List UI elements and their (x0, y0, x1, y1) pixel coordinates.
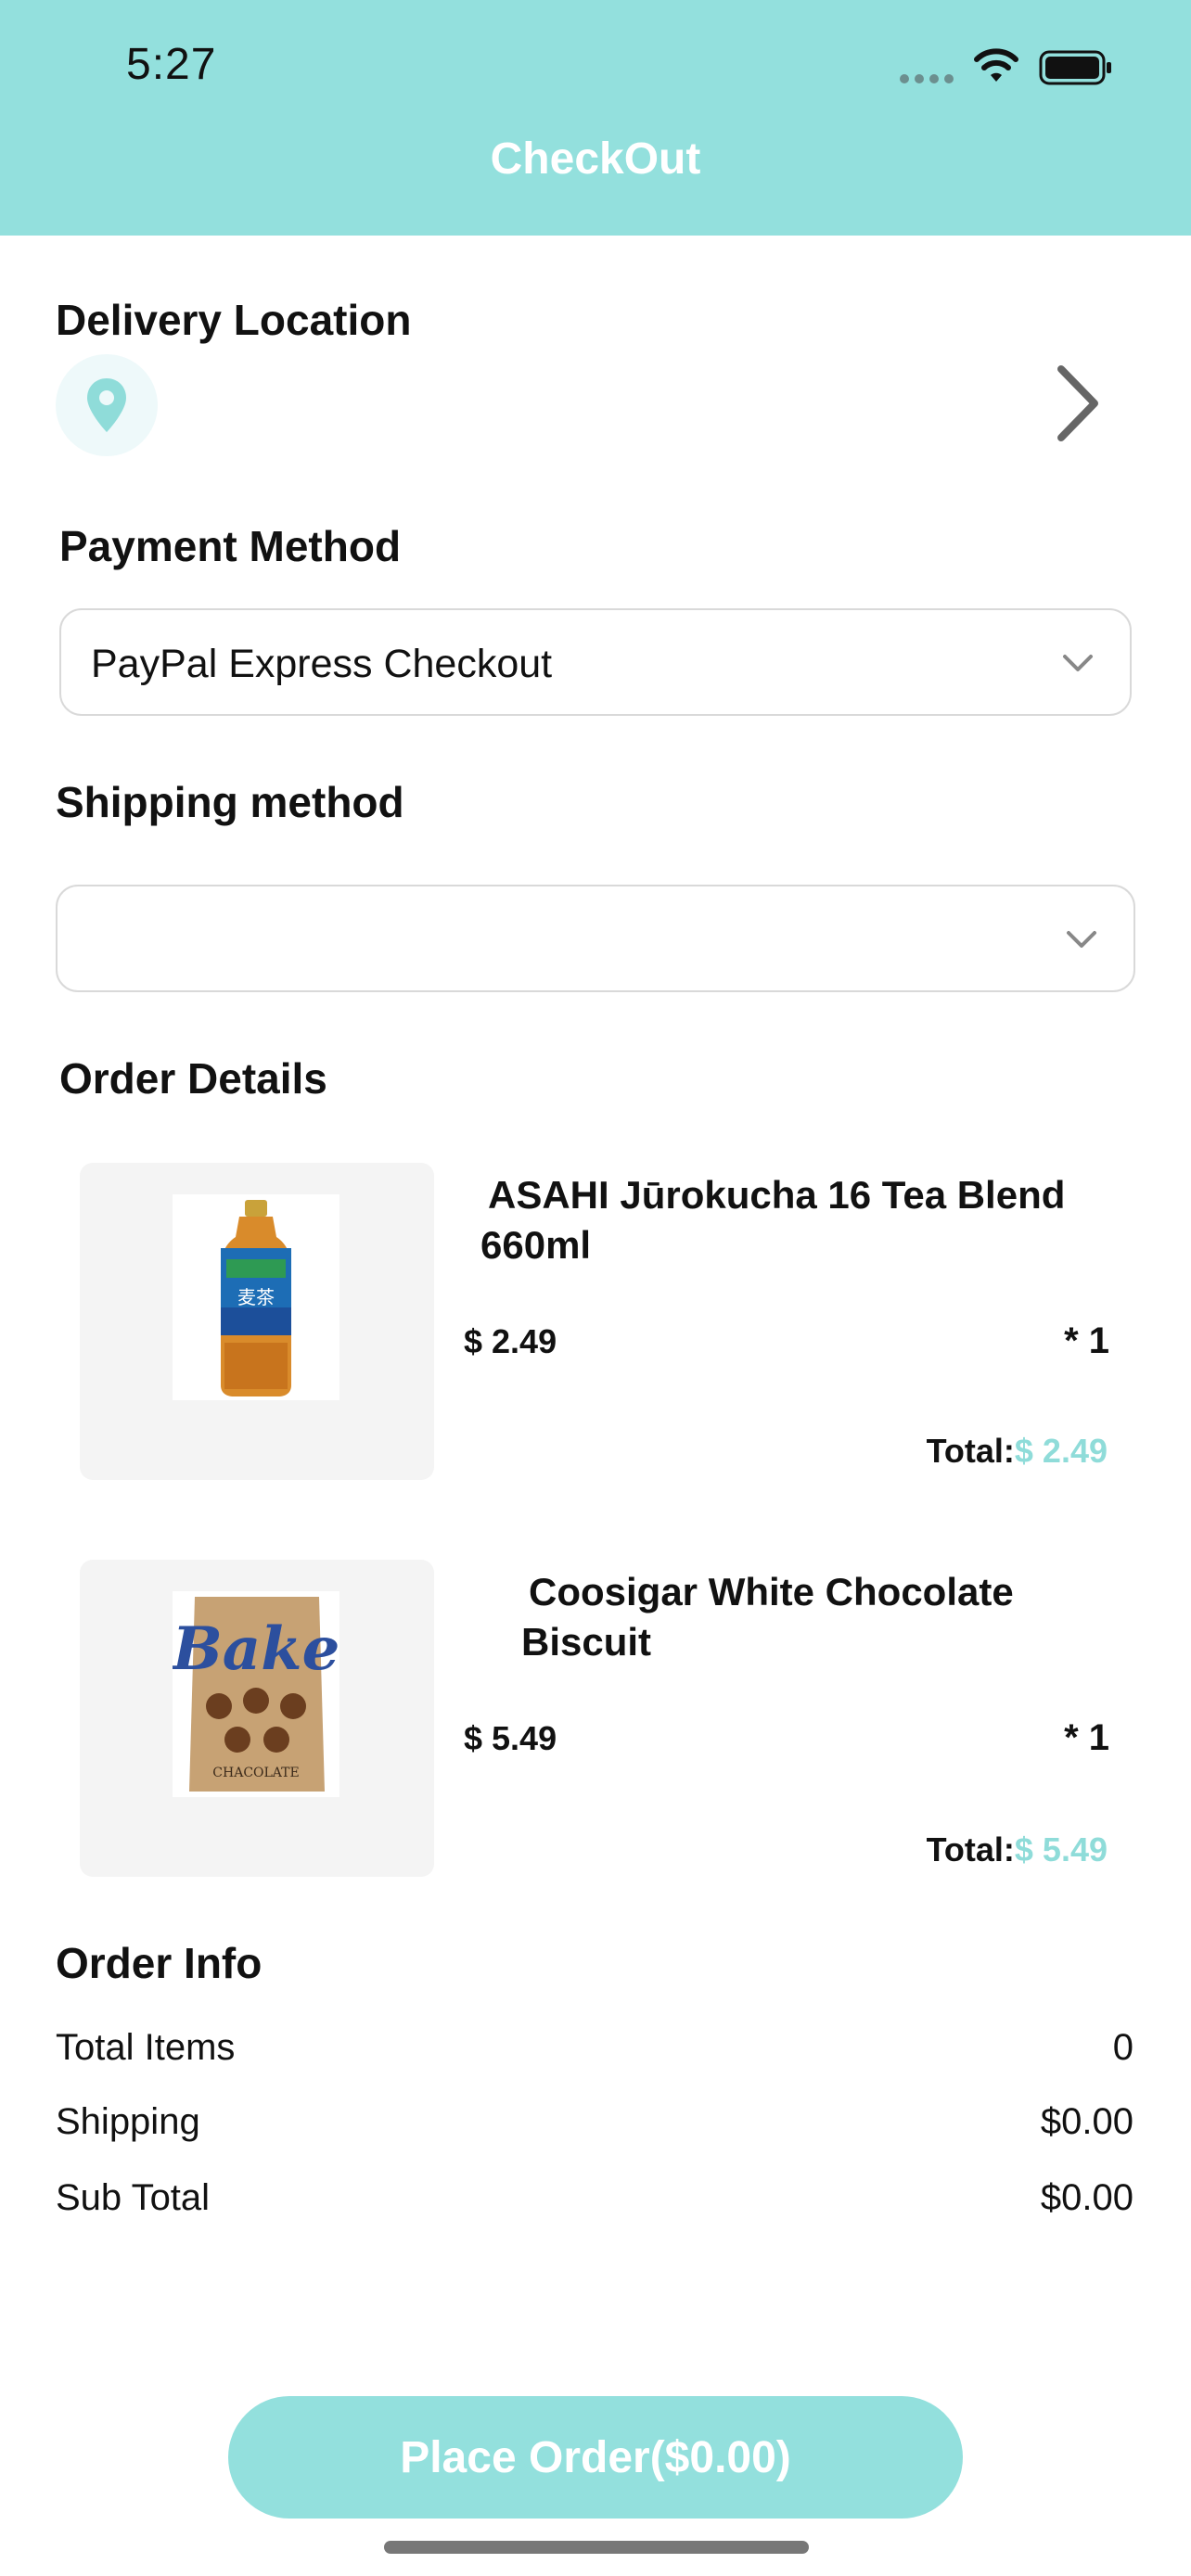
info-row-sub-total: Sub Total $0.00 (56, 2177, 1133, 2229)
product-total-value: $ 2.49 (1014, 1432, 1108, 1470)
svg-text:麦茶: 麦茶 (237, 1286, 275, 1308)
info-row-total-items: Total Items 0 (56, 2027, 1133, 2079)
chevron-down-icon (1067, 931, 1096, 948)
svg-text:Bake: Bake (173, 1614, 339, 1684)
payment-method-select[interactable]: PayPal Express Checkout (59, 608, 1132, 716)
svg-text:CHACOLATE: CHACOLATE (212, 1766, 299, 1780)
location-pin-icon (87, 378, 126, 432)
order-details-title: Order Details (59, 1054, 327, 1103)
chevron-right-icon[interactable] (1048, 362, 1104, 445)
shipping-method-select[interactable] (56, 885, 1135, 992)
product-name-line2: 660ml (480, 1223, 592, 1267)
product-total: Total:$ 5.49 (927, 1830, 1108, 1869)
order-info-title: Order Info (56, 1939, 263, 1987)
info-row-shipping: Shipping $0.00 (56, 2101, 1133, 2153)
info-value: $0.00 (1040, 2101, 1133, 2142)
info-label: Total Items (56, 2027, 236, 2068)
product-quantity: * 1 (1064, 1320, 1109, 1361)
product-total-label: Total: (926, 1432, 1015, 1470)
info-label: Sub Total (56, 2177, 211, 2218)
payment-method-title: Payment Method (59, 522, 402, 570)
product-name-line1: ASAHI Jūrokucha 16 Tea Blend (488, 1173, 1066, 1217)
product-quantity: * 1 (1064, 1717, 1109, 1758)
product-price: $ 5.49 (464, 1719, 557, 1757)
product-name-line2: Biscuit (521, 1620, 652, 1664)
home-indicator[interactable] (384, 2541, 809, 2554)
wifi-icon (974, 48, 1018, 82)
place-order-button[interactable]: Place Order($0.00) (228, 2396, 963, 2519)
payment-method-value: PayPal Express Checkout (91, 642, 553, 686)
status-time: 5:27 (126, 40, 217, 89)
product-price: $ 2.49 (464, 1322, 557, 1360)
product-name: Coosigar White Chocolate Biscuit (521, 1567, 1014, 1667)
header-bar: 5:27 CheckOut (0, 0, 1191, 236)
product-total-value: $ 5.49 (1014, 1830, 1108, 1868)
delivery-location-button[interactable] (56, 354, 158, 456)
page-title: CheckOut (490, 134, 701, 184)
product-image-box[interactable]: 麦茶 (80, 1163, 434, 1480)
info-value: $0.00 (1040, 2177, 1133, 2218)
product-name: ASAHI Jūrokucha 16 Tea Blend 660ml (480, 1170, 1066, 1270)
info-label: Shipping (56, 2101, 200, 2142)
product-name-line1: Coosigar White Chocolate (529, 1570, 1014, 1613)
info-value: 0 (1112, 2027, 1133, 2068)
product-total: Total:$ 2.49 (927, 1432, 1108, 1471)
product-image-tea-bottle: 麦茶 (173, 1194, 339, 1400)
product-image-box[interactable]: Bake CHACOLATE (80, 1560, 434, 1877)
product-total-label: Total: (926, 1830, 1015, 1868)
battery-icon (1039, 50, 1111, 85)
shipping-method-title: Shipping method (56, 778, 404, 826)
chevron-down-icon (1063, 655, 1093, 671)
delivery-location-title: Delivery Location (56, 296, 412, 344)
signal-icon (900, 74, 954, 83)
product-image-biscuit-bag: Bake CHACOLATE (173, 1591, 339, 1797)
